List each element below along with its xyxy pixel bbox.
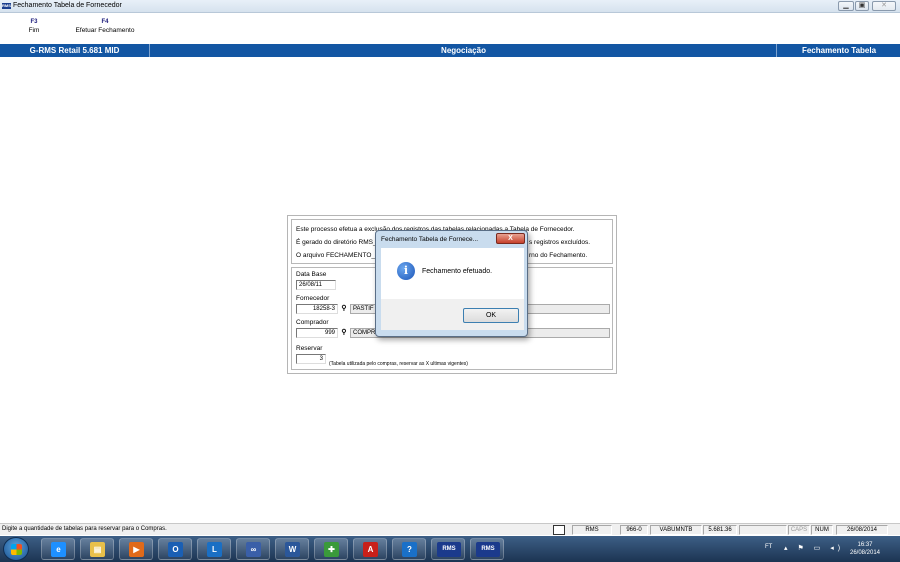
header-section: Negociação bbox=[151, 44, 777, 57]
taskbar-rms-app-2-button[interactable]: RMS bbox=[470, 538, 504, 560]
taskbar-lync-button[interactable]: L bbox=[197, 538, 231, 560]
taskbar-support-app-button[interactable]: ? bbox=[392, 538, 426, 560]
clock-date: 26/08/2014 bbox=[849, 550, 881, 556]
file-explorer-icon: ▤ bbox=[90, 542, 105, 557]
reservar-hint: (Tabela utilizada pelo compras, reservar… bbox=[329, 361, 468, 367]
network-app-icon: ∞ bbox=[246, 542, 261, 557]
taskbar-acrobat-button[interactable]: A bbox=[353, 538, 387, 560]
word-icon: W bbox=[285, 542, 300, 557]
status-date: 26/08/2014 bbox=[836, 525, 888, 535]
dialog-close-button[interactable]: X bbox=[496, 233, 525, 244]
support-app-icon: ? bbox=[402, 542, 417, 557]
message-dialog: Fechamento Tabela de Fornece... X i Fech… bbox=[375, 230, 528, 337]
minimize-button[interactable]: ▁ bbox=[838, 1, 854, 11]
clock-time: 16:37 bbox=[857, 542, 873, 548]
dialog-message: Fechamento efetuado. bbox=[422, 268, 493, 275]
fkey-label: Efetuar Fechamento bbox=[75, 27, 135, 34]
tray-icons[interactable]: ▴ ⚑ ▭ ◂) bbox=[784, 544, 844, 552]
rms-app-1-icon: RMS bbox=[437, 542, 461, 557]
information-icon: i bbox=[397, 262, 415, 280]
taskbar-rms-app-1-button[interactable]: RMS bbox=[431, 538, 465, 560]
info-line-3-end: rno do Fechamento. bbox=[529, 252, 588, 259]
ok-button[interactable]: OK bbox=[463, 308, 519, 323]
binoculars-icon[interactable]: ⚲ bbox=[339, 304, 349, 314]
fkey-key: F4 bbox=[101, 19, 109, 25]
reservar-label: Reservar bbox=[296, 345, 323, 352]
status-field-store: 966-0 bbox=[620, 525, 648, 535]
dialog-title: Fechamento Tabela de Fornece... bbox=[381, 236, 479, 243]
fkey-f3-button[interactable]: F3 Fim bbox=[22, 19, 46, 34]
data-base-input[interactable]: 26/08/11 bbox=[296, 280, 336, 290]
application-window: RMS Fechamento Tabela de Fornecedor ▁ ▣ … bbox=[0, 0, 900, 562]
dialog-footer: OK bbox=[381, 299, 524, 330]
taskbar: e ▤ ▶ O L ∞ W ✚ A? RMS RMS FT ▴ ⚑ ▭ ◂) 16:37 26/08… bbox=[0, 536, 900, 562]
taskbar-media-player-button[interactable]: ▶ bbox=[119, 538, 153, 560]
status-num: NUM bbox=[811, 525, 833, 535]
header-app-version: G-RMS Retail 5.681 MID bbox=[0, 44, 150, 57]
status-message: Digite a quantidade de tabelas para rese… bbox=[2, 526, 167, 532]
binoculars-icon[interactable]: ⚲ bbox=[339, 328, 349, 338]
header-bar: G-RMS Retail 5.681 MID Negociação Fecham… bbox=[0, 44, 900, 57]
info-line-2: É gerado do diretório RMS_ s registros e… bbox=[296, 239, 590, 246]
media-player-icon: ▶ bbox=[129, 542, 144, 557]
status-field-system: RMS bbox=[572, 525, 612, 535]
info-line-3: O arquivo FECHAMENTO_T rno do Fechamento… bbox=[296, 252, 587, 259]
lync-icon: L bbox=[207, 542, 222, 557]
windows-logo-icon bbox=[11, 544, 22, 555]
info-line-2-start: É gerado do diretório RMS_ bbox=[296, 239, 377, 246]
status-bar: Digite a quantidade de tabelas para rese… bbox=[0, 523, 900, 535]
clock[interactable]: 16:37 26/08/2014 bbox=[842, 541, 888, 557]
title-bar: RMS Fechamento Tabela de Fornecedor ▁ ▣ … bbox=[0, 0, 900, 13]
fkey-label: Fim bbox=[28, 27, 40, 34]
tray-language[interactable]: FT bbox=[765, 544, 772, 550]
status-caps: CAPS bbox=[788, 525, 810, 535]
acrobat-icon: A bbox=[363, 542, 378, 557]
window-title: Fechamento Tabela de Fornecedor bbox=[13, 2, 122, 9]
info-line-3-start: O arquivo FECHAMENTO_T bbox=[296, 252, 379, 259]
comprador-label: Comprador bbox=[296, 319, 329, 326]
clipboard-icon bbox=[553, 525, 565, 535]
taskbar-installer-app-button[interactable]: ✚ bbox=[314, 538, 348, 560]
header-screen-name: Fechamento Tabela bbox=[801, 46, 877, 55]
taskbar-internet-explorer-button[interactable]: e bbox=[41, 538, 75, 560]
taskbar-file-explorer-button[interactable]: ▤ bbox=[80, 538, 114, 560]
maximize-button[interactable]: ▣ bbox=[855, 1, 869, 11]
fkey-key: F3 bbox=[30, 19, 38, 25]
info-line-2-end: s registros excluídos. bbox=[529, 239, 591, 246]
installer-app-icon: ✚ bbox=[324, 542, 339, 557]
dialog-body: i Fechamento efetuado. bbox=[381, 248, 524, 299]
fornecedor-label: Fornecedor bbox=[296, 295, 330, 302]
internet-explorer-icon: e bbox=[51, 542, 66, 557]
comprador-code-input[interactable]: 999 bbox=[296, 328, 338, 338]
fornecedor-code-input[interactable]: 18258-3 bbox=[296, 304, 338, 314]
start-button[interactable] bbox=[3, 537, 29, 561]
status-field-program: VABUMNTB bbox=[650, 525, 702, 535]
fkey-f4-button[interactable]: F4 Efetuar Fechamento bbox=[68, 19, 142, 34]
close-window-button[interactable]: ✕ bbox=[872, 1, 896, 11]
rms-app-2-icon: RMS bbox=[476, 542, 500, 557]
taskbar-word-button[interactable]: W bbox=[275, 538, 309, 560]
outlook-icon: O bbox=[168, 542, 183, 557]
taskbar-outlook-button[interactable]: O bbox=[158, 538, 192, 560]
data-base-label: Data Base bbox=[296, 271, 327, 278]
status-field-version: 5.681.36 bbox=[703, 525, 737, 535]
app-icon: RMS bbox=[2, 3, 11, 9]
reservar-input[interactable]: 3 bbox=[296, 354, 326, 364]
taskbar-network-app-button[interactable]: ∞ bbox=[236, 538, 270, 560]
status-field-empty bbox=[739, 525, 787, 535]
